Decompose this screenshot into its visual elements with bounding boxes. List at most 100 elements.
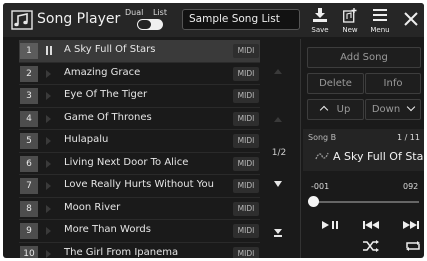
song-row[interactable]: 8 Moon River MIDI bbox=[19, 198, 260, 220]
menu-button[interactable]: Menu bbox=[366, 5, 394, 35]
song-type-badge: MIDI bbox=[233, 201, 259, 216]
chevron-down-icon bbox=[406, 102, 416, 112]
song-row[interactable]: 5 Hulapalu MIDI bbox=[19, 130, 260, 153]
new-list-icon bbox=[343, 8, 357, 23]
song-row[interactable]: 3 Eye Of The Tiger MIDI bbox=[19, 85, 260, 108]
move-down-button[interactable]: Down bbox=[365, 99, 421, 120]
song-type-badge: MIDI bbox=[233, 224, 259, 238]
song-name: The Girl From Ipanema bbox=[64, 246, 179, 258]
position-slider-thumb[interactable] bbox=[308, 196, 319, 207]
song-name: Hulapalu bbox=[64, 134, 109, 145]
save-icon bbox=[313, 8, 327, 22]
dual-label: Dual bbox=[125, 8, 144, 17]
song-name: Moon River bbox=[64, 201, 121, 213]
repeat-icon[interactable] bbox=[402, 239, 424, 253]
song-number: 5 bbox=[20, 133, 38, 149]
song-row[interactable]: 6 Living Next Door To Alice MIDI bbox=[19, 153, 260, 175]
save-label: Save bbox=[311, 26, 329, 34]
delete-button[interactable]: Delete bbox=[307, 73, 364, 94]
song-type-badge: MIDI bbox=[233, 44, 259, 58]
song-list-name-field[interactable]: Sample Song List bbox=[182, 9, 300, 30]
chevron-up-icon bbox=[319, 105, 328, 115]
play-pause-icon[interactable] bbox=[319, 218, 341, 232]
new-button[interactable]: New bbox=[336, 5, 364, 35]
scroll-bottom-icon[interactable] bbox=[274, 229, 282, 238]
panel-divider bbox=[300, 39, 301, 258]
add-song-button[interactable]: Add Song bbox=[307, 47, 421, 68]
page-indicator: 1/2 bbox=[271, 148, 287, 158]
song-number: 2 bbox=[20, 65, 38, 82]
play-marker-icon bbox=[46, 249, 51, 258]
play-marker-icon bbox=[46, 204, 51, 213]
play-marker-icon bbox=[46, 159, 51, 168]
move-up-button[interactable]: Up bbox=[307, 99, 364, 120]
song-number: 4 bbox=[20, 110, 38, 127]
page-down-icon[interactable] bbox=[274, 181, 282, 187]
song-row[interactable]: 7 Love Really Hurts Without You MIDI bbox=[19, 175, 260, 198]
toggle-knob bbox=[138, 20, 151, 29]
song-row[interactable]: 10 The Girl From Ipanema MIDI bbox=[19, 243, 260, 258]
page-up-icon[interactable] bbox=[274, 117, 282, 122]
song-type-badge: MIDI bbox=[233, 134, 259, 148]
new-label: New bbox=[342, 26, 358, 34]
song-type-badge: MIDI bbox=[233, 156, 259, 171]
hamburger-menu-icon bbox=[373, 9, 387, 21]
song-name: A Sky Full Of Stars bbox=[64, 44, 156, 55]
position-slider-track[interactable] bbox=[313, 201, 419, 203]
current-song-name: A Sky Full Of Stars bbox=[333, 150, 424, 163]
next-track-icon[interactable] bbox=[400, 218, 422, 232]
current-song-panel: Song B 1 / 11 A Sky Full Of Stars bbox=[303, 129, 424, 171]
song-row[interactable]: 9 More Than Words MIDI bbox=[19, 220, 260, 243]
song-name: Game Of Thrones bbox=[64, 111, 152, 123]
music-notes-icon bbox=[11, 10, 33, 30]
play-marker-icon bbox=[46, 92, 51, 100]
play-marker-icon bbox=[46, 114, 51, 123]
song-name: Amazing Grace bbox=[64, 66, 141, 78]
song-type-badge: MIDI bbox=[233, 66, 259, 81]
pause-icon bbox=[46, 46, 52, 55]
song-number: 9 bbox=[20, 223, 38, 239]
song-name: More Than Words bbox=[64, 224, 151, 235]
time-end: 092 bbox=[403, 182, 419, 191]
song-row[interactable]: 4 Game Of Thrones MIDI bbox=[19, 108, 260, 130]
song-name: Living Next Door To Alice bbox=[64, 156, 189, 168]
song-counter: 1 / 11 bbox=[396, 133, 420, 142]
dual-list-toggle[interactable] bbox=[137, 19, 163, 30]
scroll-top-icon[interactable] bbox=[274, 69, 282, 74]
song-row[interactable]: 1 A Sky Full Of Stars MIDI bbox=[19, 40, 260, 63]
play-marker-icon bbox=[46, 137, 51, 145]
song-number: 3 bbox=[20, 88, 38, 104]
song-player-window: Song Player Dual List Sample Song List S… bbox=[3, 3, 424, 258]
song-type-badge: MIDI bbox=[233, 89, 259, 103]
header-bar: Song Player Dual List Sample Song List S… bbox=[3, 3, 424, 37]
menu-label: Menu bbox=[370, 26, 390, 34]
midi-icon bbox=[315, 152, 329, 160]
song-row[interactable]: 2 Amazing Grace MIDI bbox=[19, 63, 260, 85]
save-button[interactable]: Save bbox=[306, 5, 334, 35]
move-down-label: Down bbox=[371, 104, 401, 115]
list-label: List bbox=[153, 8, 167, 17]
app-title: Song Player bbox=[37, 11, 121, 27]
previous-track-icon[interactable] bbox=[360, 218, 382, 232]
page-navigation: 1/2 bbox=[261, 40, 297, 255]
song-number: 1 bbox=[20, 43, 38, 59]
song-type-badge: MIDI bbox=[233, 179, 259, 193]
move-up-label: Up bbox=[336, 104, 351, 115]
play-marker-icon bbox=[46, 69, 51, 78]
song-number: 7 bbox=[20, 178, 38, 194]
play-marker-icon bbox=[46, 182, 51, 190]
song-number: 10 bbox=[20, 245, 38, 258]
song-slot-label: Song B bbox=[308, 133, 337, 142]
song-name: Love Really Hurts Without You bbox=[64, 179, 214, 190]
close-icon[interactable] bbox=[401, 8, 421, 30]
song-name: Eye Of The Tiger bbox=[64, 89, 148, 100]
time-start: -001 bbox=[311, 182, 330, 191]
song-list: 1 A Sky Full Of Stars MIDI 2 Amazing Gra… bbox=[19, 40, 260, 258]
song-number: 8 bbox=[20, 200, 38, 217]
song-type-badge: MIDI bbox=[233, 246, 259, 258]
song-number: 6 bbox=[20, 155, 38, 172]
song-type-badge: MIDI bbox=[233, 111, 259, 126]
info-button[interactable]: Info bbox=[365, 73, 421, 94]
shuffle-icon[interactable] bbox=[360, 239, 382, 253]
play-marker-icon bbox=[46, 227, 51, 235]
